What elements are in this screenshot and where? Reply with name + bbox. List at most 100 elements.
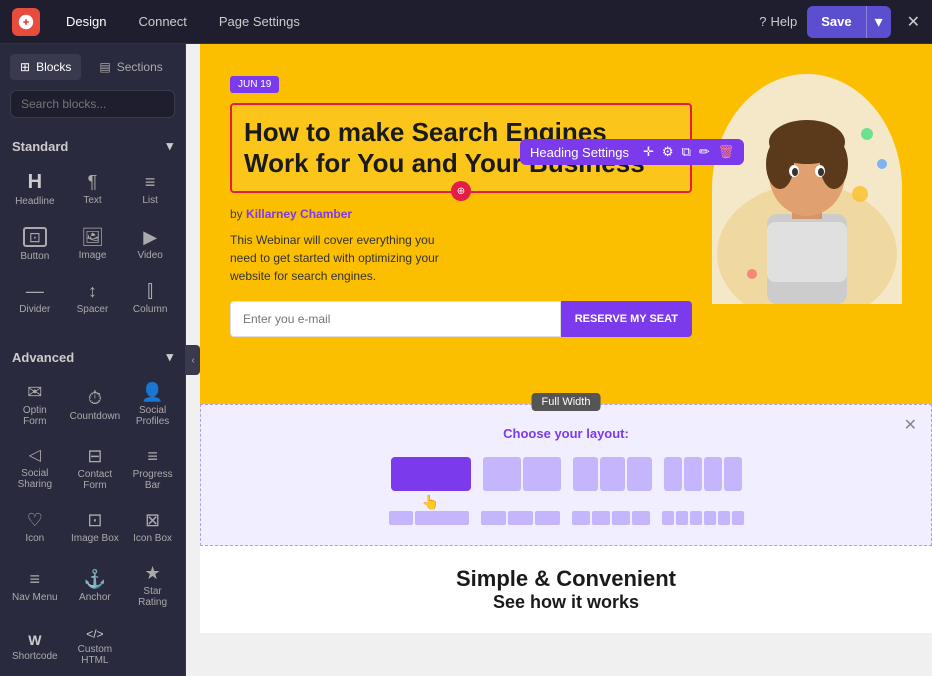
image-box-label: Image Box xyxy=(71,533,119,544)
sidebar-item-social-profiles[interactable]: 👤 Social Profiles xyxy=(128,375,177,435)
advanced-section-header: Advanced ▾ xyxy=(0,339,185,371)
column-icon: ⫿ xyxy=(147,282,153,300)
layout-option-3col[interactable] xyxy=(573,457,652,491)
nav-page-settings[interactable]: Page Settings xyxy=(213,10,306,33)
sidebar-item-nav-menu[interactable]: ≡ Nav Menu xyxy=(8,556,62,616)
description-text: This Webinar will cover everything you n… xyxy=(230,231,450,285)
sidebar-item-spacer[interactable]: ↕ Spacer xyxy=(66,274,120,323)
sidebar-collapse-handle[interactable]: ‹ xyxy=(186,345,200,375)
tab-blocks[interactable]: ⊞ Blocks xyxy=(10,54,81,80)
layout-cell xyxy=(523,457,561,491)
nav-design[interactable]: Design xyxy=(60,10,112,33)
sidebar-item-icon[interactable]: ♡ Icon xyxy=(8,503,62,552)
blocks-label: Blocks xyxy=(36,60,71,74)
topbar: Design Connect Page Settings ? Help Save… xyxy=(0,0,932,44)
layout-cell-sm xyxy=(481,511,506,525)
layout-section-close-button[interactable]: ✕ xyxy=(904,415,917,435)
heading-anchor[interactable]: ⊕ xyxy=(451,181,471,201)
layout-option-4col-2row[interactable] xyxy=(572,511,650,525)
sidebar-item-divider[interactable]: — Divider xyxy=(8,274,62,323)
sidebar-item-button[interactable]: ⊡ Button xyxy=(8,219,62,270)
image-label: Image xyxy=(79,250,107,261)
close-button[interactable]: ✕ xyxy=(907,12,920,32)
layout-cell-full: 👆 xyxy=(391,457,471,491)
sidebar-item-optin-form[interactable]: ✉ Optin Form xyxy=(8,375,62,435)
reserve-button[interactable]: RESERVE MY SEAT xyxy=(561,301,692,337)
layout-cell xyxy=(573,457,598,491)
layout-option-full[interactable]: 👆 xyxy=(391,457,471,491)
hero-left: JUN 19 How to make Search Engines Work f… xyxy=(230,74,692,337)
column-label: Column xyxy=(133,304,167,315)
sidebar-item-countdown[interactable]: ⏱ Countdown xyxy=(66,375,125,435)
contact-form-label: Contact Form xyxy=(70,469,121,491)
shortcode-icon: W xyxy=(28,633,41,647)
edit-icon[interactable]: ✏ xyxy=(699,144,710,160)
sidebar-item-contact-form[interactable]: ⊟ Contact Form xyxy=(66,439,125,499)
sidebar-item-icon-box[interactable]: ⊠ Icon Box xyxy=(128,503,177,552)
sidebar-item-anchor[interactable]: ⚓ Anchor xyxy=(66,556,125,616)
sidebar-item-list[interactable]: ≡ List xyxy=(123,164,177,215)
progress-bar-icon: ≡ xyxy=(147,447,158,465)
image-box-icon: ⊡ xyxy=(87,511,102,529)
topbar-right: ? Help Save ▾ ✕ xyxy=(759,6,920,38)
sidebar-item-star-rating[interactable]: ★ Star Rating xyxy=(128,556,177,616)
move-icon[interactable]: ✛ xyxy=(643,144,654,160)
layout-cell xyxy=(627,457,652,491)
sidebar-item-image-box[interactable]: ⊡ Image Box xyxy=(66,503,125,552)
advanced-collapse-icon[interactable]: ▾ xyxy=(166,349,173,365)
star-rating-icon: ★ xyxy=(145,564,161,582)
layout-option-4col[interactable] xyxy=(664,457,742,491)
standard-grid: H Headline ¶ Text ≡ List ⊡ Button 🖼 Imag… xyxy=(0,160,185,327)
custom-html-icon: </> xyxy=(86,628,103,640)
help-button[interactable]: ? Help xyxy=(759,14,797,29)
settings-icon[interactable]: ⚙ xyxy=(662,144,674,160)
icon-icon: ♡ xyxy=(27,511,43,529)
nav-menu-label: Nav Menu xyxy=(12,592,58,603)
sidebar-item-text[interactable]: ¶ Text xyxy=(66,164,120,215)
main-layout: ⊞ Blocks ▤ Sections Standard ▾ H Headlin… xyxy=(0,44,932,676)
layout-cell-sm xyxy=(718,511,730,525)
save-dropdown-button[interactable]: ▾ xyxy=(866,6,891,38)
save-button[interactable]: Save xyxy=(807,8,865,35)
nav-connect[interactable]: Connect xyxy=(132,10,192,33)
video-label: Video xyxy=(137,250,162,261)
person-portrait xyxy=(712,74,902,304)
email-form: RESERVE MY SEAT xyxy=(230,301,692,337)
choose-layout-text: Choose your layout: xyxy=(503,426,629,441)
sidebar-item-progress-bar[interactable]: ≡ Progress Bar xyxy=(128,439,177,499)
sidebar-item-custom-html[interactable]: </> Custom HTML xyxy=(66,620,125,674)
image-icon: 🖼 xyxy=(81,228,104,246)
author-prefix: by xyxy=(230,207,243,221)
anchor-icon: ⚓ xyxy=(84,570,106,588)
full-width-label: Full Width xyxy=(532,393,601,411)
sidebar-item-video[interactable]: ▶ Video xyxy=(123,219,177,270)
sidebar-item-social-sharing[interactable]: ◁ Social Sharing xyxy=(8,439,62,499)
sidebar-item-image[interactable]: 🖼 Image xyxy=(66,219,120,270)
email-input[interactable] xyxy=(230,301,561,337)
heading-settings-label: Heading Settings xyxy=(530,145,629,160)
text-icon: ¶ xyxy=(88,173,98,191)
layout-cell-sm xyxy=(704,511,716,525)
sidebar-item-column[interactable]: ⫿ Column xyxy=(123,274,177,323)
bottom-section: Simple & Convenient See how it works xyxy=(200,546,932,633)
layout-option-3col-2row[interactable] xyxy=(481,511,560,525)
sidebar-item-shortcode[interactable]: W Shortcode xyxy=(8,620,62,674)
standard-section-header: Standard ▾ xyxy=(0,128,185,160)
layout-option-6col-2row[interactable] xyxy=(662,511,744,525)
layout-cell-sm xyxy=(415,511,469,525)
standard-collapse-icon[interactable]: ▾ xyxy=(166,138,173,154)
page-canvas: Heading Settings ✛ ⚙ ⧉ ✏ 🗑 JUN 19 How to… xyxy=(186,44,932,676)
copy-icon[interactable]: ⧉ xyxy=(682,144,691,160)
layout-cell-sm xyxy=(572,511,590,525)
search-input[interactable] xyxy=(10,90,175,118)
icon-label: Icon xyxy=(25,533,44,544)
optin-form-label: Optin Form xyxy=(12,405,58,427)
heading-settings-toolbar: Heading Settings ✛ ⚙ ⧉ ✏ 🗑 xyxy=(520,139,744,165)
layout-option-2col-row[interactable] xyxy=(389,511,469,525)
help-icon: ? xyxy=(759,14,766,29)
optin-form-icon: ✉ xyxy=(27,383,42,401)
sidebar-item-headline[interactable]: H Headline xyxy=(8,164,62,215)
tab-sections[interactable]: ▤ Sections xyxy=(89,54,172,80)
delete-icon[interactable]: 🗑 xyxy=(718,144,735,160)
layout-option-2col[interactable] xyxy=(483,457,561,491)
